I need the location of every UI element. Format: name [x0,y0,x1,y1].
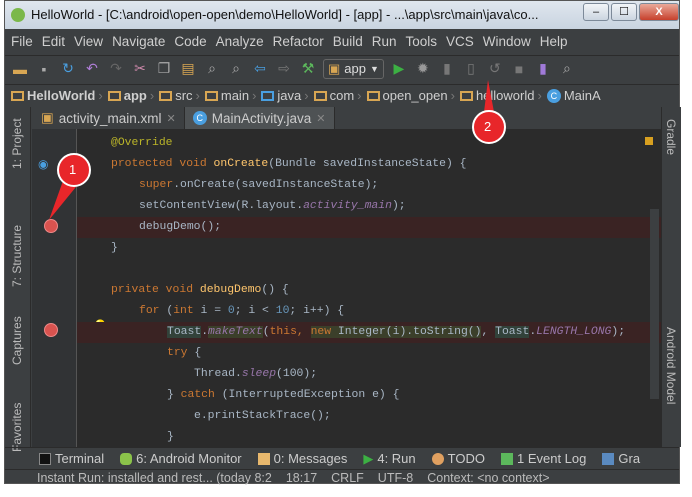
annotation-overlay [49,80,506,220]
callout-1-label: 1 [69,162,77,177]
callout-2-label: 2 [484,119,492,134]
callout-2-pointer [484,80,494,112]
